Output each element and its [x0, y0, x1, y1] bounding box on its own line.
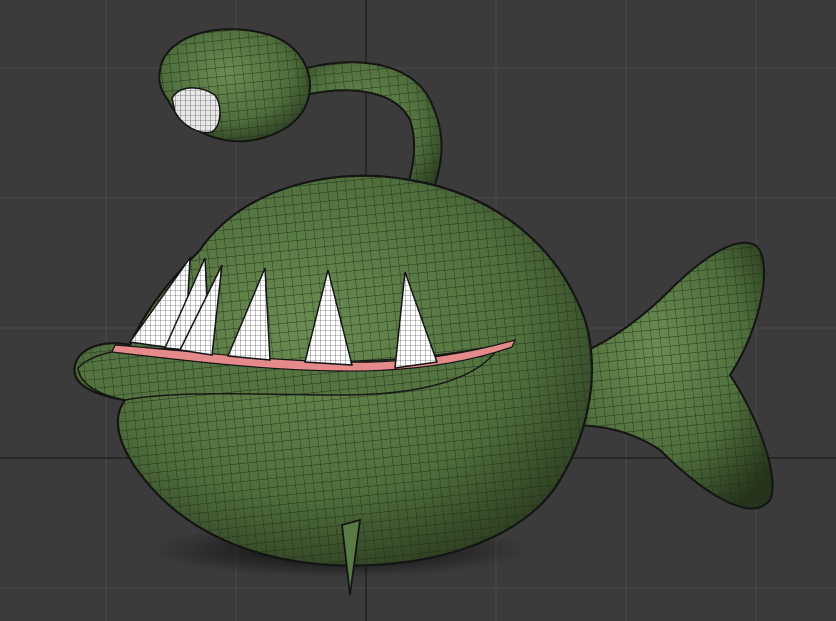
lure-bulb[interactable]	[158, 28, 311, 143]
viewport-canvas[interactable]	[0, 0, 836, 621]
anglerfish-model[interactable]	[73, 28, 774, 596]
3d-viewport[interactable]	[0, 0, 836, 621]
